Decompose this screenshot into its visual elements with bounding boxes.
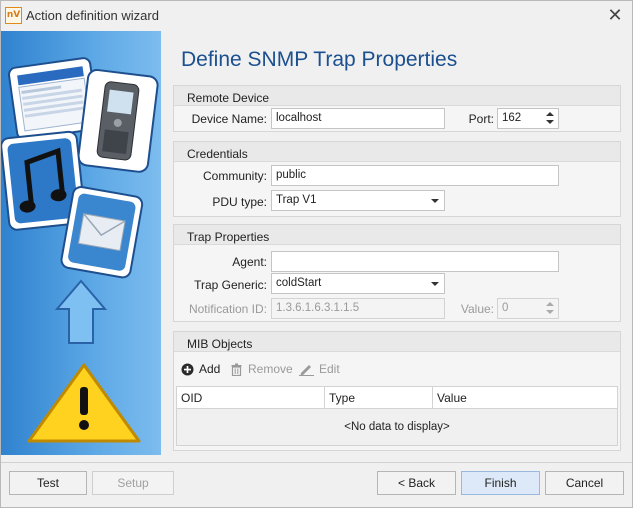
trap-generic-label: Trap Generic: [194, 278, 267, 292]
port-label: Port: [468, 112, 494, 126]
add-label: Add [199, 362, 221, 376]
pdu-type-select[interactable]: Trap V1 [271, 190, 445, 211]
empty-grid-message: <No data to display> [344, 421, 450, 433]
value-label: Value: [460, 302, 494, 316]
community-input[interactable]: public [271, 165, 559, 186]
finish-button[interactable]: Finish [461, 471, 540, 495]
finish-label: Finish [484, 476, 517, 490]
app-logo-icon: nV [5, 7, 22, 24]
remote-device-header: Remote Device [174, 86, 620, 106]
plus-circle-icon [181, 363, 194, 375]
setup-button: Setup [92, 471, 174, 495]
cancel-label: Cancel [565, 476, 604, 490]
device-name-label: Device Name: [191, 112, 267, 126]
back-button[interactable]: < Back [377, 471, 456, 495]
footer-divider [1, 462, 632, 463]
port-stepper[interactable]: 162 [497, 108, 559, 129]
trap-properties-header: Trap Properties [174, 225, 620, 245]
agent-label: Agent: [232, 255, 267, 269]
column-header-type[interactable]: Type [325, 387, 433, 408]
page-title: Define SNMP Trap Properties [181, 48, 458, 71]
cancel-button[interactable]: Cancel [545, 471, 624, 495]
title-bar: nV Action definition wizard ✕ [1, 1, 632, 31]
device-name-input[interactable]: localhost [271, 108, 445, 129]
add-button[interactable]: Add [181, 362, 220, 376]
edit-button[interactable]: Edit [299, 362, 340, 376]
pdu-type-value: Trap V1 [276, 194, 317, 206]
remove-label: Remove [248, 362, 293, 376]
value-stepper: 0 [497, 298, 559, 319]
wizard-window: nV Action definition wizard ✕ Define SNM… [0, 0, 633, 508]
mib-objects-header: MIB Objects [174, 332, 620, 352]
window-title: Action definition wizard [26, 8, 159, 23]
close-icon[interactable]: ✕ [602, 5, 628, 27]
warning-icon [27, 363, 141, 443]
trap-generic-select[interactable]: coldStart [271, 273, 445, 294]
mobile-phone-icon [77, 69, 159, 173]
value-value: 0 [502, 302, 509, 314]
pencil-icon [299, 365, 314, 376]
grid-header-row: OID Type Value [177, 387, 617, 409]
community-label: Community: [202, 169, 267, 183]
notification-id-label: Notification ID: [188, 302, 267, 316]
spinner-icon[interactable] [545, 110, 555, 127]
mib-objects-grid[interactable]: OID Type Value <No data to display> [176, 386, 618, 446]
notification-id-input: 1.3.6.1.6.3.1.1.5 [271, 298, 445, 319]
pdu-type-label: PDU type: [212, 195, 267, 209]
agent-input[interactable] [271, 251, 559, 272]
column-header-value[interactable]: Value [433, 387, 617, 408]
remove-button[interactable]: Remove [230, 362, 293, 376]
trap-generic-value: coldStart [276, 277, 322, 289]
column-header-oid[interactable]: OID [177, 387, 325, 408]
spinner-icon [545, 300, 555, 317]
edit-label: Edit [319, 362, 340, 376]
up-arrow-icon [54, 279, 108, 344]
test-button[interactable]: Test [9, 471, 87, 495]
trash-icon [231, 363, 242, 376]
credentials-header: Credentials [174, 142, 620, 162]
setup-label: Setup [117, 476, 149, 490]
dropdown-arrow-icon [431, 199, 439, 203]
back-label: < Back [397, 476, 436, 490]
envelope-icon [60, 185, 144, 279]
wizard-side-art [1, 31, 161, 455]
test-label: Test [36, 476, 59, 490]
dropdown-arrow-icon [431, 282, 439, 286]
port-value: 162 [502, 112, 522, 124]
